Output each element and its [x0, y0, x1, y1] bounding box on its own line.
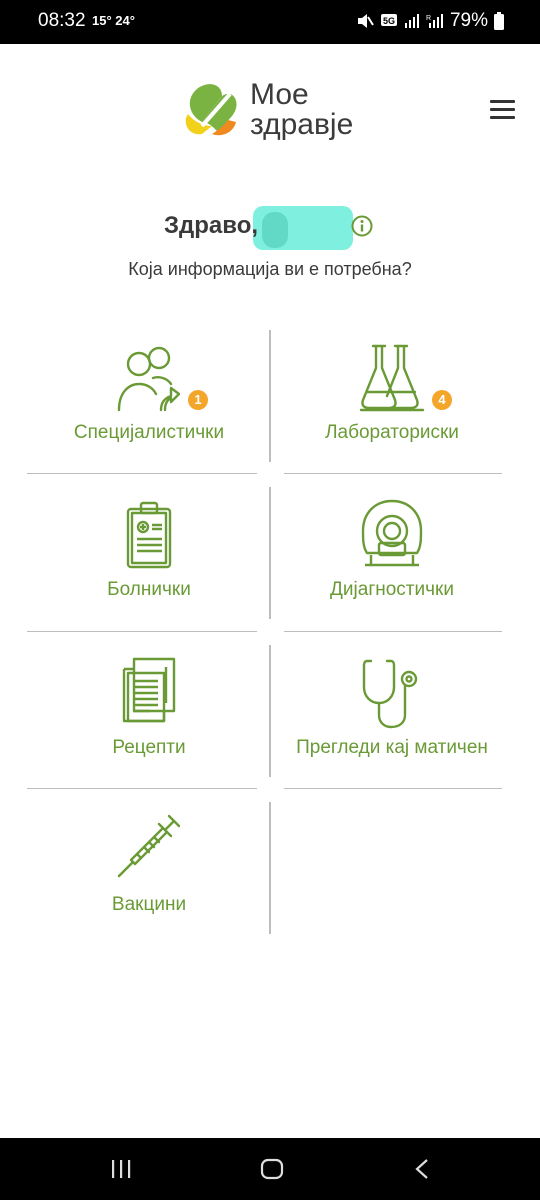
specialist-doctors-icon	[117, 346, 181, 412]
tile-hospital[interactable]: Болнички	[29, 487, 269, 637]
grid-divider-vertical	[269, 645, 271, 777]
app-name-line1: Мое	[250, 78, 309, 111]
notification-badge: 1	[188, 390, 208, 410]
app-name: Мое здравје	[250, 80, 353, 140]
info-icon[interactable]	[351, 215, 373, 237]
syringe-icon	[117, 814, 181, 878]
status-weather: 15° 24°	[92, 13, 135, 28]
status-time: 08:32	[38, 10, 86, 31]
svg-text:5G: 5G	[383, 16, 395, 26]
battery-percent: 79%	[449, 10, 488, 31]
clipboard-icon	[126, 501, 172, 569]
tile-label: Болнички	[107, 579, 191, 600]
battery-icon	[494, 12, 504, 30]
tile-label: Специјалистички	[73, 422, 225, 443]
redacted-username-overlay	[262, 212, 288, 248]
system-nav-bar	[0, 1138, 540, 1200]
tile-vaccines[interactable]: Вакцини	[29, 802, 269, 952]
tile-label: Лабораториски	[325, 422, 459, 443]
network-5g-icon: 5G	[380, 14, 397, 26]
greeting-hello: Здраво,	[164, 212, 259, 239]
tile-label: Вакцини	[111, 894, 187, 915]
signal-icon	[404, 14, 419, 28]
laboratory-flasks-icon	[359, 344, 425, 412]
tile-specialist[interactable]: 1 Специјалистички	[29, 330, 269, 480]
hamburger-menu-icon[interactable]	[490, 98, 518, 122]
tile-label: Прегледи кај матичен	[296, 737, 488, 758]
tile-label: Рецепти	[112, 737, 186, 758]
signal-roaming-icon: R	[426, 14, 443, 28]
notification-badge: 4	[432, 390, 452, 410]
grid-divider-vertical	[269, 802, 271, 934]
scanner-icon	[361, 499, 423, 567]
grid-divider-vertical	[269, 330, 271, 462]
greeting-question: Која информација ви е потребна?	[128, 259, 412, 279]
grid-divider-vertical	[269, 487, 271, 619]
status-bar: 08:32 15° 24° 5G R 79%	[0, 0, 540, 44]
home-icon[interactable]	[260, 1158, 284, 1180]
app-name-line2: здравје	[250, 108, 354, 141]
tile-prescriptions[interactable]: Рецепти	[29, 645, 269, 795]
tile-label: Дијагностички	[330, 579, 454, 600]
tile-diagnostic[interactable]: Дијагностички	[272, 487, 512, 637]
recent-apps-icon[interactable]	[110, 1158, 132, 1180]
stethoscope-icon	[362, 659, 418, 729]
svg-text:R: R	[426, 15, 431, 22]
status-icons: 5G R 79%	[356, 10, 504, 32]
prescriptions-icon	[122, 657, 176, 723]
heart-logo-icon	[185, 84, 237, 136]
app-logo: Мое здравје	[182, 80, 353, 140]
mute-icon	[357, 14, 374, 28]
tile-gp-exams[interactable]: Прегледи кај матичен	[272, 645, 512, 795]
tile-laboratory[interactable]: 4 Лабораториски	[272, 330, 512, 480]
back-icon[interactable]	[414, 1158, 430, 1180]
